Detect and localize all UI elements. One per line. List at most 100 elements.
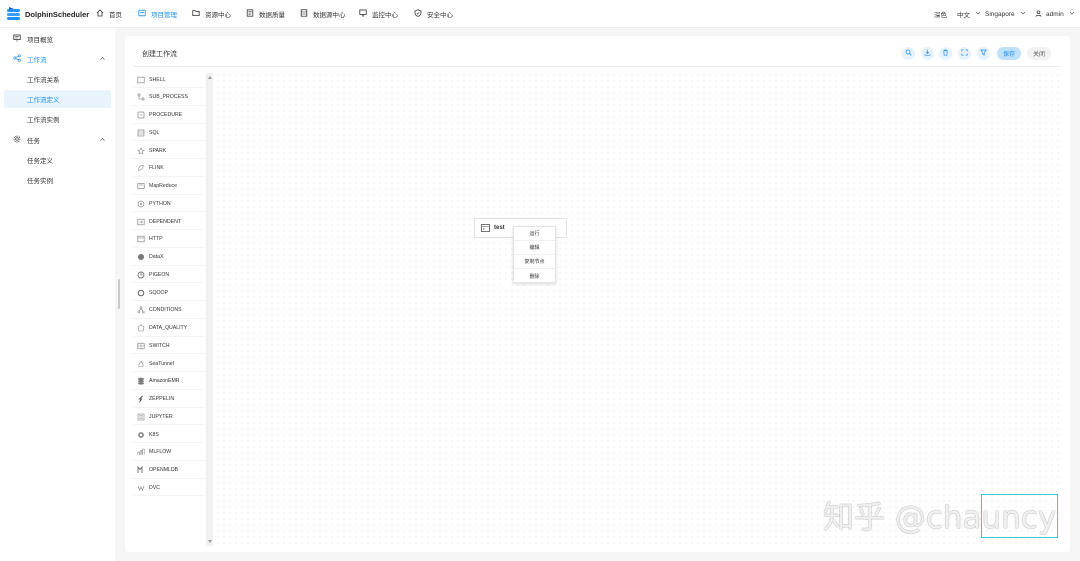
context-menu-edit[interactable]: 编辑 [514, 241, 555, 255]
task-type-pigeon[interactable]: PIGEON [133, 267, 205, 284]
sidebar-group-task[interactable]: 任务 [0, 131, 115, 149]
pigeon-icon [137, 271, 145, 279]
gear-icon [13, 135, 21, 145]
close-button[interactable]: 关闭 [1027, 47, 1051, 60]
task-type-switch[interactable]: SWITCH [133, 338, 205, 355]
spark-icon [137, 146, 145, 155]
format-button[interactable] [977, 47, 990, 60]
task-type-label: MapReduce [149, 183, 177, 189]
flink-icon [137, 164, 145, 172]
download-icon [924, 49, 931, 58]
header-divider [134, 66, 1061, 67]
task-type-python[interactable]: PYTHON [133, 196, 205, 213]
nav-monitor-center[interactable]: 监控中心 [359, 6, 398, 22]
context-menu-run[interactable]: 运行 [514, 227, 555, 241]
home-icon [96, 9, 104, 19]
task-type-conditions[interactable]: CONDITIONS [133, 302, 205, 319]
nav-project-management[interactable]: 项目管理 [138, 6, 177, 22]
top-navigation-bar: DolphinScheduler 首页 项目管理 资源中心 数据质量 数据源中心 [0, 0, 1080, 28]
mapreduce-icon [137, 182, 145, 190]
task-type-jupyter[interactable]: JUPYTER [133, 409, 205, 426]
task-type-flink[interactable]: FLINK [133, 160, 205, 177]
task-type-shell[interactable]: SHELL [133, 72, 205, 88]
app-name: DolphinScheduler [25, 9, 90, 19]
document-icon [246, 9, 254, 19]
fullscreen-button[interactable] [958, 47, 971, 60]
nav-data-quality[interactable]: 数据质量 [246, 6, 285, 22]
sidebar-item-label: 项目概览 [27, 37, 53, 44]
trash-icon [942, 49, 949, 58]
task-type-label: SHELL [149, 76, 166, 83]
search-button[interactable] [902, 47, 915, 60]
dag-canvas[interactable] [215, 72, 1061, 546]
sidebar-item-task-instance[interactable]: 任务实例 [0, 171, 115, 189]
theme-toggle[interactable]: 深色 [934, 6, 947, 22]
nav-home-label: 首页 [109, 12, 122, 19]
k8s-icon [137, 431, 145, 439]
task-type-label: OPENMLDB [149, 467, 179, 473]
context-menu-delete[interactable]: 删除 [514, 269, 555, 283]
sql-icon [137, 129, 145, 137]
language-label: 中文 [957, 12, 970, 19]
task-type-label: SeaTunnel [149, 360, 174, 367]
task-type-label: SQOOP [149, 289, 169, 296]
user-name: admin [1046, 10, 1064, 18]
task-type-sub-process[interactable]: SUB_PROCESS [133, 89, 205, 106]
dolphin-logo-icon [6, 6, 22, 22]
task-type-seatunnel[interactable]: SeaTunnel [133, 356, 205, 372]
task-type-k8s[interactable]: K8S [133, 427, 205, 443]
task-type-label: DEPENDENT [149, 218, 181, 225]
sidebar-item-workflow-relation[interactable]: 工作流关系 [0, 70, 115, 88]
task-type-label: PYTHON [149, 200, 171, 207]
nav-monitor-center-label: 监控中心 [372, 12, 398, 19]
nav-datasource-center[interactable]: 数据源中心 [300, 6, 346, 22]
sidebar-group-workflow[interactable]: 工作流 [0, 50, 115, 68]
sidebar-scrollbar[interactable] [118, 279, 120, 309]
chevron-down-icon [1069, 10, 1075, 18]
delete-button[interactable] [939, 47, 952, 60]
sidebar-item-workflow-instance[interactable]: 工作流实例 [0, 110, 115, 128]
task-type-label: HTTP [149, 236, 163, 243]
task-palette-scrollbar[interactable] [206, 73, 213, 546]
openmldb-icon [137, 466, 145, 474]
save-button[interactable]: 保存 [997, 47, 1021, 60]
task-type-spark[interactable]: SPARK [133, 143, 205, 159]
task-type-dependent[interactable]: DEPENDENT [133, 214, 205, 230]
node-context-menu: 运行 编辑 复制节点 删除 [513, 226, 556, 283]
task-type-amazonemr[interactable]: AmazonEMR [133, 373, 205, 390]
nav-resource-center[interactable]: 资源中心 [192, 6, 231, 22]
timezone-select[interactable]: Singapore [985, 6, 1026, 22]
chevron-up-icon [99, 55, 106, 64]
task-type-procedure[interactable]: PROCEDURE [133, 107, 205, 124]
context-menu-copy-node[interactable]: 复制节点 [514, 255, 555, 269]
task-type-mlflow[interactable]: MLFLOW [133, 444, 205, 461]
task-type-sqoop[interactable]: SQOOP [133, 285, 205, 301]
task-type-label: PIGEON [149, 271, 170, 278]
task-type-datax[interactable]: DataX [133, 249, 205, 266]
python-icon [137, 200, 145, 208]
scroll-up-icon[interactable] [208, 76, 212, 79]
download-button[interactable] [921, 47, 934, 60]
task-type-mapreduce[interactable]: MapReduce [133, 178, 205, 195]
scroll-down-icon[interactable] [208, 540, 212, 543]
sidebar-item-workflow-definition[interactable]: 工作流定义 [4, 90, 111, 108]
sidebar-item-task-definition[interactable]: 任务定义 [0, 151, 115, 169]
chevron-down-icon [1020, 10, 1026, 18]
nav-security-center[interactable]: 安全中心 [414, 6, 453, 22]
sidebar-item-project-overview[interactable]: 项目概览 [0, 30, 115, 48]
task-type-openmldb[interactable]: OPENMLDB [133, 462, 205, 479]
sidebar-item-label: 任务实例 [27, 178, 53, 185]
sidebar-item-label: 工作流关系 [27, 77, 60, 84]
nav-home[interactable]: 首页 [96, 6, 122, 22]
task-type-label: SQL [149, 129, 160, 136]
app-logo[interactable]: DolphinScheduler [6, 5, 89, 23]
task-type-label: FLINK [149, 165, 164, 172]
task-type-label: DataX [149, 254, 164, 260]
task-type-http[interactable]: HTTP [133, 231, 205, 248]
task-type-zeppelin[interactable]: ZEPPELIN [133, 391, 205, 408]
task-type-sql[interactable]: SQL [133, 125, 205, 142]
task-type-dvc[interactable]: DVC [133, 480, 205, 497]
user-menu[interactable]: admin [1035, 6, 1075, 22]
language-select[interactable]: 中文 [957, 6, 981, 22]
task-type-data-quality[interactable]: DATA_QUALITY [133, 320, 205, 337]
